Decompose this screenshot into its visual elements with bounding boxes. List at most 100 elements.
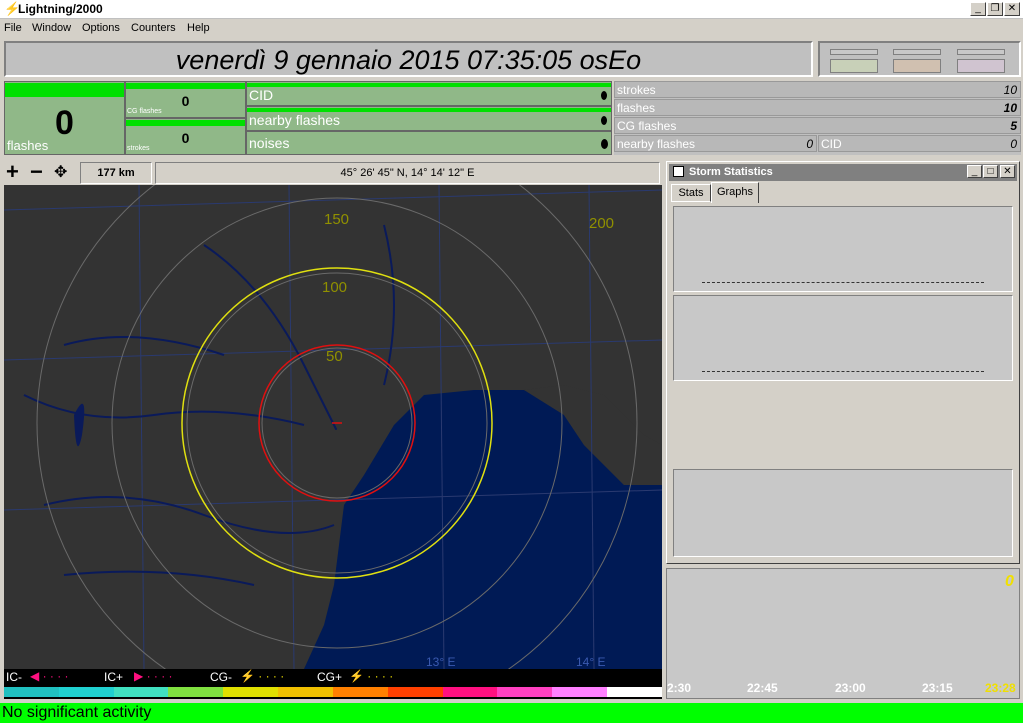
indicator-3a (957, 49, 1005, 55)
ring-label-200: 200 (589, 215, 614, 232)
cg-flashes-counter: 0 CG flashes (125, 81, 246, 118)
zoom-out-icon[interactable]: − (30, 161, 43, 183)
indicator-2b (893, 59, 941, 73)
activity-timeline: 0 2:30 22:45 23:00 23:15 23:28 (666, 568, 1020, 699)
tab-graphs[interactable]: Graphs (711, 182, 759, 203)
minimize-button[interactable]: _ (970, 2, 986, 16)
storm-minimize-button[interactable]: _ (967, 165, 982, 178)
tick-1: 22:45 (747, 681, 778, 695)
lon-label-14: 14° E (576, 655, 605, 669)
tick-0: 2:30 (667, 681, 692, 695)
title-bar: ⚡ Lightning/2000 _ ❐ ✕ (0, 0, 1023, 19)
graph-1 (673, 206, 1013, 292)
cid-row: CID (246, 81, 612, 106)
graph-2 (673, 295, 1013, 381)
stat-strokes-value: 10 (1003, 83, 1017, 97)
timeline-count: 0 (1005, 573, 1014, 590)
storm-title: Storm Statistics (689, 166, 773, 178)
stat-cg: CG flashes 5 (614, 117, 1021, 134)
zoom-in-icon[interactable]: + (6, 161, 19, 183)
stat-nearby-value: 0 (806, 137, 813, 151)
lake (74, 403, 85, 447)
age-color-swatch (58, 687, 114, 697)
menu-file[interactable]: File (4, 22, 22, 34)
indicator-panel (818, 41, 1021, 77)
coordinate-display: 45° 26' 45" N, 14° 14' 12" E (155, 162, 660, 184)
close-button[interactable]: ✕ (1004, 2, 1020, 16)
restore-button[interactable]: ❐ (987, 2, 1003, 16)
noises-dot (601, 139, 608, 149)
nearby-row: nearby flashes (246, 106, 612, 131)
stat-flashes-value: 10 (1003, 101, 1017, 115)
graph-3 (673, 469, 1013, 557)
cg-flashes-label: CG flashes (127, 108, 162, 115)
nearby-label: nearby flashes (249, 112, 341, 128)
stat-cid: CID 0 (818, 135, 1021, 152)
nearby-dot (601, 116, 607, 125)
age-color-swatch (168, 687, 224, 697)
indicator-2a (893, 49, 941, 55)
ring-label-150: 150 (324, 211, 349, 228)
age-color-bar (4, 687, 662, 697)
ic-plus-icon: ▶ · · · · (134, 669, 173, 683)
window-icon (673, 166, 684, 177)
datetime-display: venerdì 9 gennaio 2015 07:35:05 osEo (175, 45, 642, 75)
lightning-map[interactable]: 50 100 150 200 13° E 14° E (4, 185, 662, 669)
cg-plus-icon: ⚡ · · · · (349, 669, 394, 683)
stat-flashes: flashes 10 (614, 99, 1021, 116)
stat-nearby: nearby flashes 0 (614, 135, 817, 152)
age-color-swatch (332, 687, 388, 697)
legend-cg-minus: CG- (210, 670, 232, 684)
stroke-legend: IC- ◀ · · · · IC+ ▶ · · · · CG- ⚡ · · · … (4, 669, 662, 699)
cg-bar (126, 83, 245, 89)
datetime-panel: venerdì 9 gennaio 2015 07:35:05 osEo (4, 41, 813, 77)
window-title: Lightning/2000 (18, 2, 103, 16)
pan-icon[interactable]: ✥ (54, 163, 67, 183)
age-color-swatch (113, 687, 169, 697)
storm-title-bar: Storm Statistics _ □ ✕ (669, 164, 1017, 181)
indicator-1b (830, 59, 878, 73)
stat-nearby-label: nearby flashes (617, 137, 696, 151)
tab-stats[interactable]: Stats (671, 184, 711, 202)
cg-flashes-value: 0 (181, 93, 190, 109)
flashes-bar (5, 83, 124, 97)
menu-window[interactable]: Window (32, 22, 71, 34)
menu-help[interactable]: Help (187, 22, 210, 34)
storm-close-button[interactable]: ✕ (1000, 165, 1015, 178)
age-color-swatch (442, 687, 498, 697)
age-color-swatch (4, 687, 59, 697)
stat-cg-value: 5 (1010, 119, 1017, 133)
legend-ic-plus: IC+ (104, 670, 124, 684)
age-color-swatch (607, 687, 662, 697)
cg-minus-icon: ⚡ · · · · (240, 669, 285, 683)
menu-bar: File Window Options Counters Help (0, 19, 1023, 38)
cid-label: CID (249, 87, 274, 103)
indicator-3b (957, 59, 1005, 73)
ring-label-50: 50 (326, 348, 343, 365)
storm-statistics-window: Storm Statistics _ □ ✕ Stats Graphs (666, 161, 1020, 564)
stat-strokes-label: strokes (617, 83, 656, 97)
cid-bar (247, 83, 611, 87)
counters-panel: 0 flashes 0 CG flashes 0 strokes CID nea… (4, 81, 612, 155)
tick-3: 23:15 (922, 681, 953, 695)
stat-cid-value: 0 (1010, 137, 1017, 151)
menu-options[interactable]: Options (82, 22, 120, 34)
noises-row: noises (246, 131, 612, 155)
noises-label: noises (249, 135, 290, 151)
tick-2: 23:00 (835, 681, 866, 695)
stat-cid-label: CID (821, 137, 842, 151)
age-color-swatch (223, 687, 279, 697)
storm-maximize-button[interactable]: □ (983, 165, 998, 178)
flashes-counter: 0 flashes (4, 81, 125, 155)
menu-counters[interactable]: Counters (131, 22, 176, 34)
tick-current: 23:28 (985, 681, 1016, 695)
ic-minus-icon: ◀ · · · · (30, 669, 69, 683)
stats-panel: strokes 10 flashes 10 CG flashes 5 nearb… (614, 81, 1021, 155)
flashes-label: flashes (7, 138, 49, 153)
map-canvas[interactable]: 50 100 150 200 13° E 14° E (4, 185, 662, 669)
age-color-swatch (552, 687, 608, 697)
status-text: No significant activity (2, 704, 152, 721)
cid-dot (601, 91, 607, 100)
ring-label-100: 100 (322, 279, 347, 296)
stat-flashes-label: flashes (617, 101, 656, 115)
